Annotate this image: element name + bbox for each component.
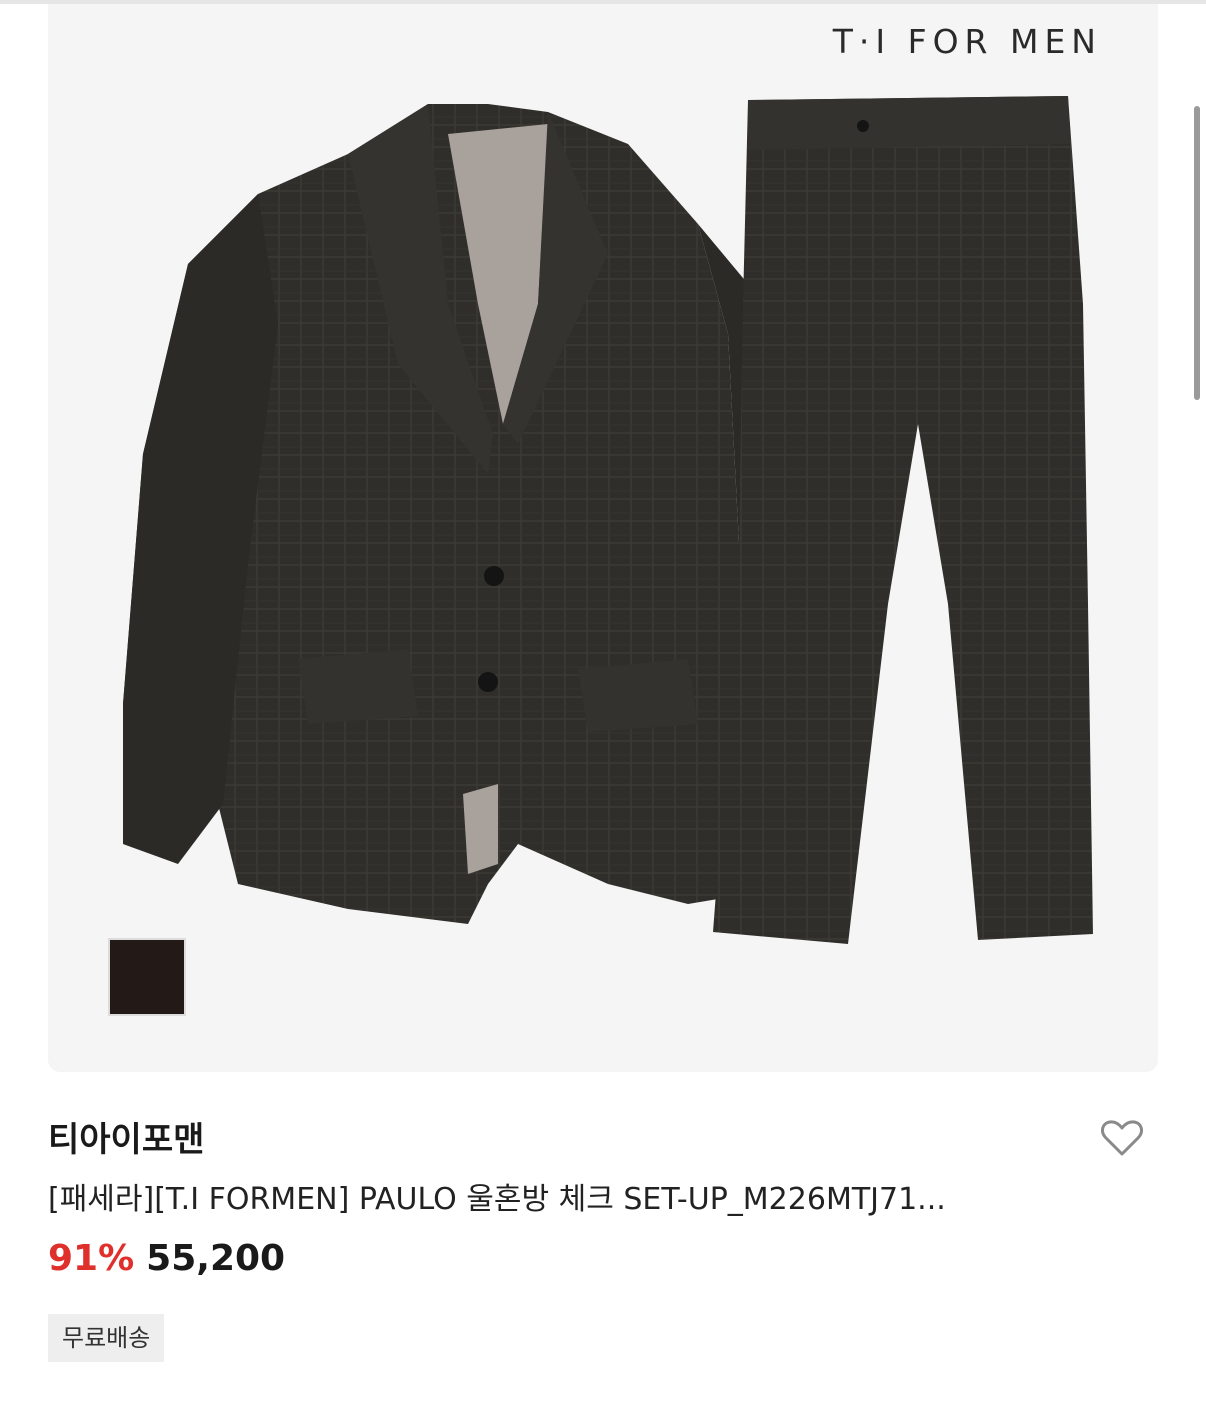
color-swatch[interactable] bbox=[108, 938, 186, 1016]
brand-logo: T·I FOR MEN bbox=[832, 22, 1102, 61]
product-image[interactable]: T·I FOR MEN bbox=[48, 4, 1158, 1072]
free-shipping-badge: 무료배송 bbox=[48, 1314, 165, 1362]
sale-price: 55,200 bbox=[146, 1238, 286, 1279]
discount-rate: 91% bbox=[48, 1238, 135, 1279]
price-row: 91% 55,200 bbox=[48, 1238, 285, 1279]
suit-illustration bbox=[123, 96, 1093, 944]
heart-outline-icon[interactable] bbox=[1100, 1118, 1144, 1158]
brand-name[interactable]: 티아이포맨 bbox=[48, 1112, 204, 1161]
scrollbar[interactable] bbox=[1194, 106, 1200, 400]
product-title[interactable]: [패세라][T.I FORMEN] PAULO 울혼방 체크 SET-UP_M2… bbox=[48, 1174, 1108, 1218]
